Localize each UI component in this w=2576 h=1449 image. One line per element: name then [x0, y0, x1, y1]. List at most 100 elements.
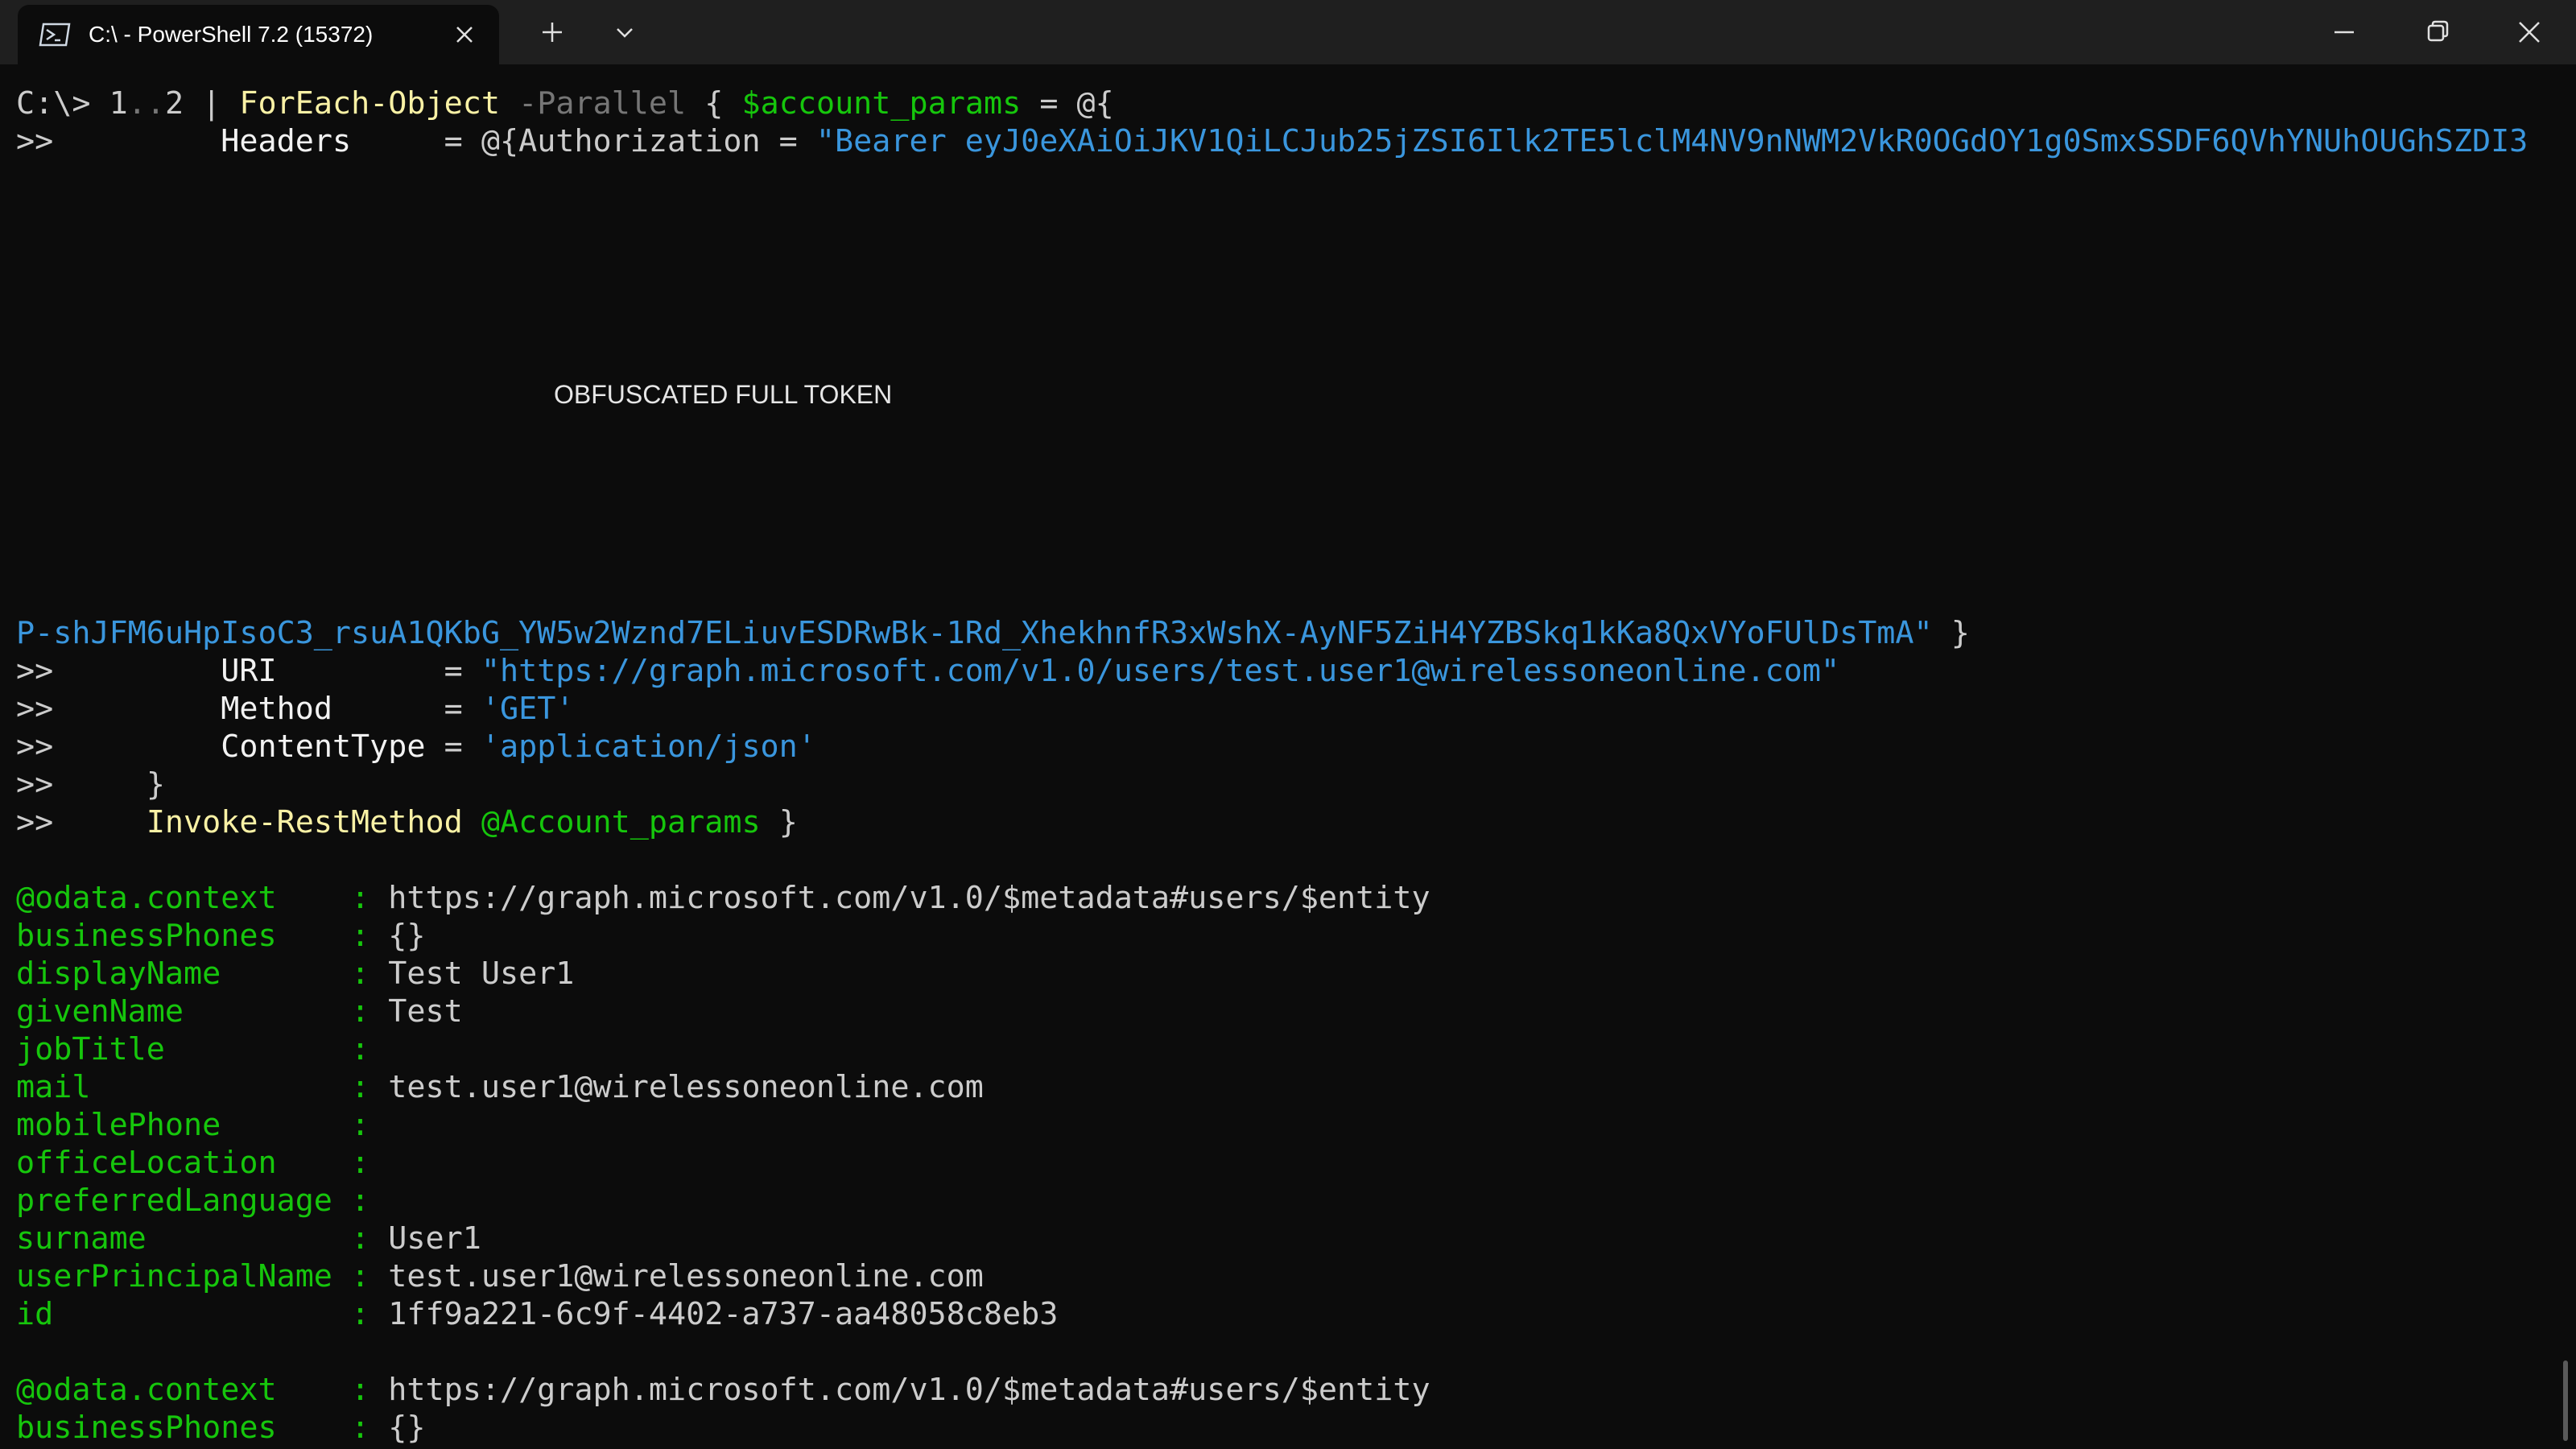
uri-value: "https://graph.microsoft.com/v1.0/users/… [481, 653, 1840, 689]
output-row: userPrincipalName : test.user1@wirelesso… [16, 1257, 984, 1295]
property-separator: : [351, 880, 389, 916]
new-tab-icon[interactable] [538, 18, 567, 47]
uri-assign: = [276, 653, 481, 689]
property-name: preferredLanguage [16, 1183, 352, 1219]
title-bar: C:\ - PowerShell 7.2 (15372) [0, 0, 2576, 64]
continuation-prompt: >> [16, 653, 54, 689]
property-name: businessPhones [16, 1410, 352, 1446]
property-value: {} [388, 1410, 426, 1446]
property-name: userPrincipalName [16, 1258, 352, 1294]
output-row: mobilePhone : [16, 1106, 388, 1144]
property-name: surname [16, 1220, 352, 1257]
continuation-prompt: >> [16, 691, 54, 727]
close-brace-line: >> } [16, 766, 165, 803]
param-parallel: -Parallel [518, 85, 687, 122]
close-brace: } [146, 766, 165, 803]
continuation-prompt: >> [16, 123, 54, 159]
headers-assign: = @{Authorization = [351, 123, 816, 159]
output-row: givenName : Test [16, 993, 463, 1030]
pipe: | [184, 85, 240, 122]
var-account-params: $account_params [741, 85, 1022, 122]
method-value: 'GET' [481, 691, 575, 727]
method-key: Method [221, 691, 332, 727]
terminal-output[interactable]: C:\> 1..2 | ForEach-Object -Parallel { $… [0, 64, 2576, 1449]
cmdlet-invoke-restmethod: Invoke-RestMethod [146, 804, 463, 840]
property-separator: : [351, 993, 389, 1030]
continuation-prompt: >> [16, 766, 54, 803]
scrollbar-thumb[interactable] [2563, 1360, 2568, 1441]
output-row: @odata.context : https://graph.microsoft… [16, 1371, 1430, 1409]
property-value: test.user1@wirelessoneonline.com [388, 1069, 984, 1105]
method-assign: = [332, 691, 481, 727]
content-type-key: ContentType [221, 729, 426, 765]
continuation-prompt: >> [16, 804, 54, 840]
output-row: @odata.context : https://graph.microsoft… [16, 879, 1430, 917]
property-separator: : [351, 1183, 389, 1219]
final-close: } [760, 804, 798, 840]
headers-line: >> Headers = @{Authorization = "Bearer e… [16, 122, 2528, 160]
cmdlet-foreach: ForEach-Object [239, 85, 500, 122]
property-name: officeLocation [16, 1145, 352, 1181]
splat-var: @Account_params [481, 804, 761, 840]
tab-title: C:\ - PowerShell 7.2 (15372) [89, 22, 374, 47]
output-row: businessPhones : {} [16, 917, 426, 955]
restore-icon[interactable] [2423, 18, 2452, 47]
property-separator: : [351, 1410, 389, 1446]
property-value: https://graph.microsoft.com/v1.0/$metada… [388, 1372, 1430, 1408]
output-row: displayName : Test User1 [16, 955, 574, 993]
property-separator: : [351, 918, 389, 954]
close-window-icon[interactable] [2515, 18, 2544, 47]
token-end: P-shJFM6uHpIsoC3_rsuA1QKbG_YW5w2Wznd7ELi… [16, 615, 1933, 651]
property-name: displayName [16, 956, 352, 992]
token-start: "Bearer eyJ0eXAiOiJKV1QiLCJub25jZSI6Ilk2… [815, 123, 2529, 159]
range-operator: .. [127, 85, 165, 122]
dropdown-icon[interactable] [610, 18, 639, 47]
property-separator: : [351, 1145, 389, 1181]
output-row: jobTitle : [16, 1030, 388, 1068]
property-separator: : [351, 1372, 389, 1408]
output-row: preferredLanguage : [16, 1182, 388, 1220]
property-name: @odata.context [16, 880, 352, 916]
property-value: test.user1@wirelessoneonline.com [388, 1258, 984, 1294]
output-row: officeLocation : [16, 1144, 388, 1182]
prompt: C:\> [16, 85, 109, 122]
method-line: >> Method = 'GET' [16, 690, 574, 728]
tab-powershell[interactable]: C:\ - PowerShell 7.2 (15372) [18, 5, 499, 64]
output-row: mail : test.user1@wirelessoneonline.com [16, 1068, 984, 1106]
property-name: businessPhones [16, 918, 352, 954]
obfuscation-note: OBFUSCATED FULL TOKEN [554, 380, 893, 409]
property-name: mobilePhone [16, 1107, 352, 1143]
property-name: id [16, 1296, 352, 1332]
output-row: businessPhones : {} [16, 1409, 426, 1447]
property-name: @odata.context [16, 1372, 352, 1408]
range-end: 2 [164, 85, 184, 122]
property-separator: : [351, 1031, 389, 1067]
close-tab-icon[interactable] [452, 23, 477, 47]
command-line: C:\> 1..2 | ForEach-Object -Parallel { $… [16, 85, 1114, 122]
output-row: id : 1ff9a221-6c9f-4402-a737-aa48058c8eb… [16, 1295, 1058, 1333]
content-type-line: >> ContentType = 'application/json' [16, 728, 816, 766]
assign: = @{ [1021, 85, 1114, 122]
property-name: jobTitle [16, 1031, 352, 1067]
range-start: 1 [109, 85, 128, 122]
property-separator: : [351, 1107, 389, 1143]
property-value: Test User1 [388, 956, 575, 992]
property-name: givenName [16, 993, 352, 1030]
content-type-value: 'application/json' [481, 729, 816, 765]
output-row: surname : User1 [16, 1220, 481, 1257]
property-value: User1 [388, 1220, 481, 1257]
property-separator: : [351, 1069, 389, 1105]
property-value: {} [388, 918, 426, 954]
uri-line: >> URI = "https://graph.microsoft.com/v1… [16, 652, 1839, 690]
token-end-line: P-shJFM6uHpIsoC3_rsuA1QKbG_YW5w2Wznd7ELi… [16, 614, 1970, 652]
continuation-prompt: >> [16, 729, 54, 765]
property-separator: : [351, 956, 389, 992]
property-separator: : [351, 1220, 389, 1257]
headers-key: Headers [221, 123, 352, 159]
property-value: 1ff9a221-6c9f-4402-a737-aa48058c8eb3 [388, 1296, 1059, 1332]
uri-key: URI [221, 653, 277, 689]
powershell-icon [39, 23, 71, 47]
minimize-icon[interactable] [2330, 18, 2359, 47]
content-type-assign: = [425, 729, 481, 765]
property-value: https://graph.microsoft.com/v1.0/$metada… [388, 880, 1430, 916]
